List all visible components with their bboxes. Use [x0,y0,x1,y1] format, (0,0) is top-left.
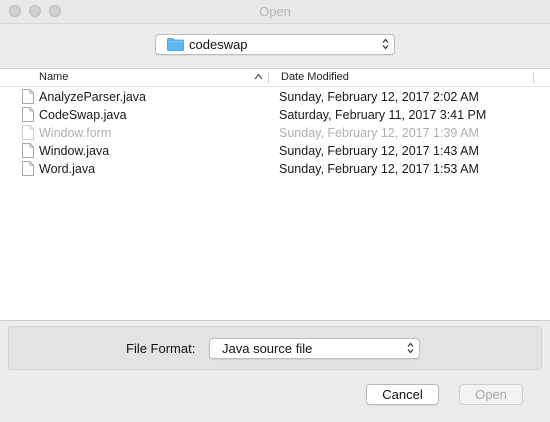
file-format-label: File Format: [126,341,196,356]
file-browser: Name Date Modified AnalyzeParser.java Su… [0,68,550,321]
column-date-modified-header[interactable]: Date Modified [281,71,349,83]
file-date-modified: Sunday, February 12, 2017 1:39 AM [279,126,479,140]
file-format-value: Java source file [222,341,313,356]
file-row[interactable]: Window.java Sunday, February 12, 2017 1:… [0,142,550,160]
folder-name: codeswap [189,37,248,52]
file-date-modified: Sunday, February 12, 2017 1:43 AM [279,144,479,158]
file-date-modified: Saturday, February 11, 2017 3:41 PM [279,108,487,122]
column-name-header[interactable]: Name [39,71,68,83]
sort-ascending-icon[interactable] [254,73,263,80]
cancel-button[interactable]: Cancel [366,384,439,405]
column-divider[interactable] [533,72,534,84]
file-row-disabled: Window.form Sunday, February 12, 2017 1:… [0,124,550,142]
document-icon [22,125,34,140]
file-list: AnalyzeParser.java Sunday, February 12, … [0,88,550,178]
file-format-bar: File Format: Java source file [8,326,542,370]
file-row[interactable]: CodeSwap.java Saturday, February 11, 201… [0,106,550,124]
file-row[interactable]: AnalyzeParser.java Sunday, February 12, … [0,88,550,106]
column-divider[interactable] [268,72,269,84]
document-icon [22,161,34,176]
file-format-select[interactable]: Java source file [209,338,420,359]
file-row[interactable]: Word.java Sunday, February 12, 2017 1:53… [0,160,550,178]
document-icon [22,107,34,122]
folder-location-select[interactable]: codeswap [155,34,395,55]
title-bar: Open [0,0,550,24]
file-name: Window.form [39,126,112,140]
file-name: Window.java [39,144,110,158]
file-date-modified: Sunday, February 12, 2017 1:53 AM [279,162,479,176]
document-icon [22,143,34,158]
chevron-updown-icon [382,38,389,50]
file-date-modified: Sunday, February 12, 2017 2:02 AM [279,90,479,104]
window-title: Open [259,4,291,19]
open-button[interactable]: Open [459,384,523,405]
column-header: Name Date Modified [0,69,550,87]
chevron-updown-icon [407,342,414,354]
file-name: CodeSwap.java [39,108,127,122]
file-name: Word.java [39,162,96,176]
file-name: AnalyzeParser.java [39,90,147,104]
document-icon [22,89,34,104]
folder-icon [167,38,184,51]
